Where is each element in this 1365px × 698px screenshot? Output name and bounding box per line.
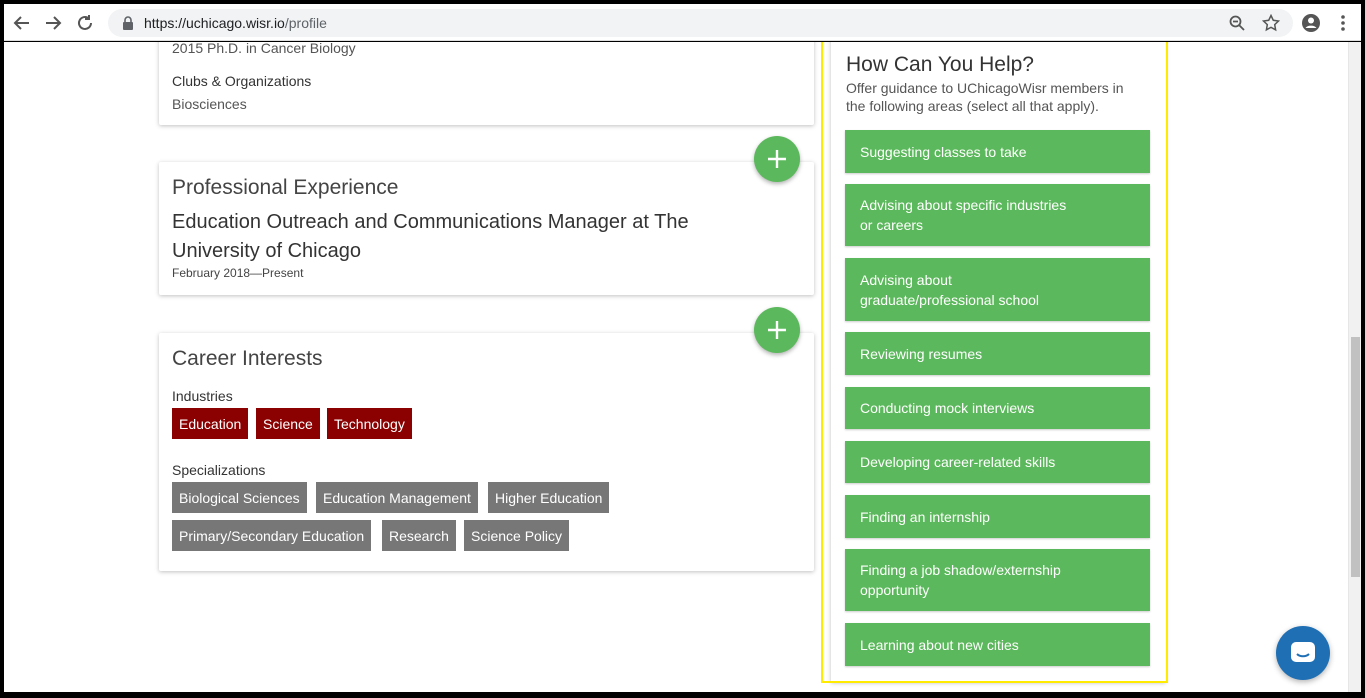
degree-text: 2015 Ph.D. in Cancer Biology xyxy=(172,42,356,56)
industry-tag: Science xyxy=(256,408,320,439)
account-icon[interactable] xyxy=(1299,11,1323,35)
education-card: 2015 Ph.D. in Cancer Biology Clubs & Org… xyxy=(159,42,814,125)
page-viewport: 2015 Ph.D. in Cancer Biology Clubs & Org… xyxy=(4,42,1361,692)
kebab-menu-icon[interactable] xyxy=(1331,11,1355,35)
star-icon[interactable] xyxy=(1259,11,1283,35)
specialization-tag: Education Management xyxy=(316,482,478,513)
help-subtitle-line1: Offer guidance to UChicagoWisr members i… xyxy=(846,80,1124,96)
industry-tag: Technology xyxy=(327,408,412,439)
forward-arrow-icon[interactable] xyxy=(41,11,65,35)
browser-toolbar: https://uchicago.wisr.io/profile xyxy=(4,4,1361,41)
help-option-label: Developing career-related skills xyxy=(860,454,1056,470)
help-option-label: Finding an internship xyxy=(860,508,990,525)
plus-icon xyxy=(768,150,786,168)
vertical-scrollbar[interactable] xyxy=(1348,42,1361,692)
help-option-label: Reviewing resumes xyxy=(860,345,983,362)
help-option-advising-industries[interactable]: Advising about specific industries or car… xyxy=(845,184,1150,246)
clubs-value: Biosciences xyxy=(172,96,247,112)
specializations-label: Specializations xyxy=(172,462,266,478)
help-option-job-shadow[interactable]: Finding a job shadow/externship opportuni… xyxy=(845,549,1150,611)
lock-icon xyxy=(123,16,133,30)
clubs-label: Clubs & Organizations xyxy=(172,73,312,89)
specialization-tag: Research xyxy=(382,520,456,551)
help-option-label: Conducting mock interviews xyxy=(860,400,1035,416)
career-interests-title: Career Interests xyxy=(172,347,323,370)
help-option-label: Advising about specific industries xyxy=(860,197,1067,213)
add-experience-button[interactable] xyxy=(754,136,800,182)
help-option-internship[interactable]: Finding an internship xyxy=(845,495,1150,538)
specialization-tag: Primary/Secondary Education xyxy=(172,520,372,551)
experience-title: Professional Experience xyxy=(172,176,399,199)
industry-tag: Education xyxy=(172,408,249,439)
help-subtitle-line2: the following areas (select all that app… xyxy=(846,98,1099,114)
help-option-label: Advising about xyxy=(860,271,952,288)
zoom-icon[interactable] xyxy=(1225,11,1249,35)
add-career-interest-button[interactable] xyxy=(754,307,800,353)
job-dates: February 2018—Present xyxy=(172,266,304,280)
chat-launcher-button[interactable] xyxy=(1276,626,1330,680)
specialization-tag: Biological Sciences xyxy=(172,482,307,513)
specialization-tag: Higher Education xyxy=(488,482,610,513)
experience-card: Professional Experience Education Outrea… xyxy=(159,162,814,295)
career-interests-card: Career Interests Industries Education Sc… xyxy=(159,333,814,571)
job-title-line2: University of Chicago xyxy=(172,240,361,262)
scrollbar-thumb[interactable] xyxy=(1351,337,1360,577)
help-subtitle: Offer guidance to UChicagoWisr members i… xyxy=(846,79,1146,115)
help-option-advising-graduate-school[interactable]: Advising about graduate/professional scho… xyxy=(845,258,1150,321)
chat-icon xyxy=(1291,642,1315,662)
help-option-career-skills[interactable]: Developing career-related skills xyxy=(845,441,1150,483)
url-path: /profile xyxy=(284,15,327,31)
address-bar[interactable]: https://uchicago.wisr.io/profile xyxy=(108,9,1293,37)
back-arrow-icon[interactable] xyxy=(10,11,34,35)
help-title: How Can You Help? xyxy=(846,53,1034,76)
help-option-label: opportunity xyxy=(860,582,930,598)
specialization-tag: Science Policy xyxy=(464,520,570,551)
help-option-mock-interviews[interactable]: Conducting mock interviews xyxy=(845,387,1150,429)
help-option-label: Finding a job shadow/externship xyxy=(860,562,1061,578)
job-title-line1: Education Outreach and Communications Ma… xyxy=(172,211,689,233)
help-option-new-cities[interactable]: Learning about new cities xyxy=(845,623,1150,666)
help-option-label: or careers xyxy=(860,217,924,233)
url-host: https://uchicago.wisr.io xyxy=(144,15,285,31)
help-option-label: Suggesting classes to take xyxy=(860,143,1027,160)
help-option-label: Learning about new cities xyxy=(860,636,1019,653)
help-option-reviewing-resumes[interactable]: Reviewing resumes xyxy=(845,332,1150,375)
industries-label: Industries xyxy=(172,388,233,404)
reload-icon[interactable] xyxy=(73,11,97,35)
help-option-label: graduate/professional school xyxy=(860,291,1040,308)
help-option-suggesting-classes[interactable]: Suggesting classes to take xyxy=(845,130,1150,173)
plus-icon xyxy=(768,321,786,339)
